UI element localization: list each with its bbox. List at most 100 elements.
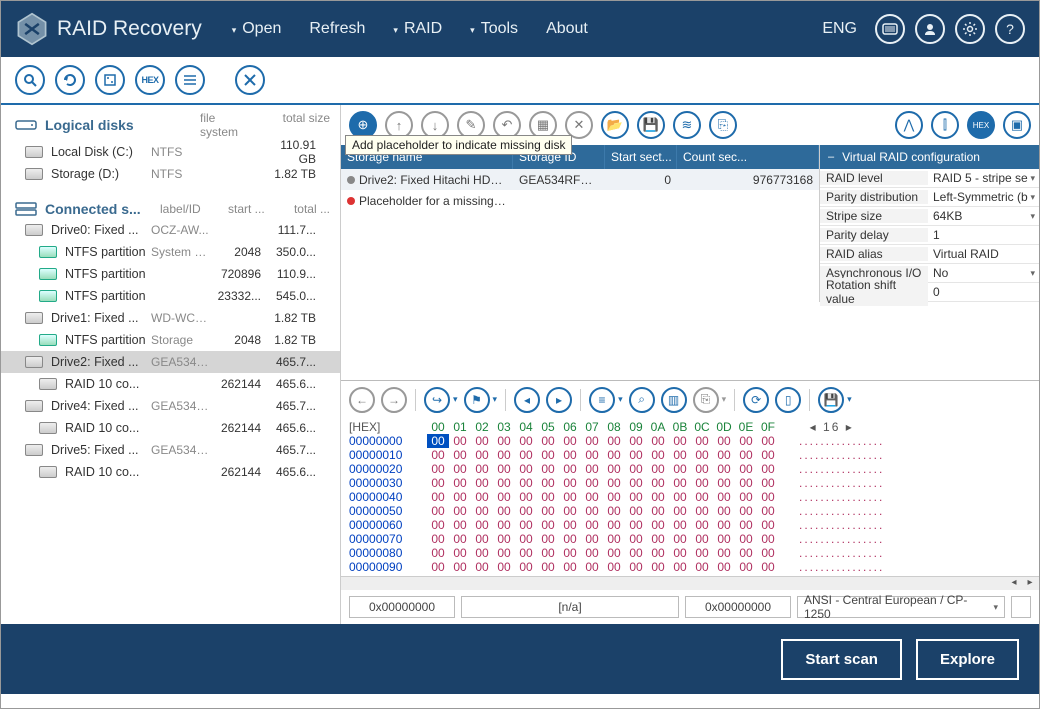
raid-config-row[interactable]: Rotation shift value0 <box>820 283 1039 302</box>
status-na[interactable]: [n/a] <box>461 596 679 618</box>
menu-refresh[interactable]: Refresh <box>309 20 365 38</box>
raid-config-title: Virtual RAID configuration <box>842 150 980 164</box>
hex-viewer: [HEX] 000102030405060708090A0B0C0D0E0F ◂… <box>341 418 1039 576</box>
hex-line[interactable]: 0000009000000000000000000000000000000000… <box>349 560 1031 574</box>
hex-label: [HEX] <box>349 420 427 434</box>
hex-save-icon[interactable]: 💾 <box>818 387 844 413</box>
nav-forward-icon[interactable]: → <box>381 387 407 413</box>
drive-icon <box>25 400 43 412</box>
settings-button[interactable] <box>955 14 985 44</box>
start-scan-button[interactable]: Start scan <box>781 639 902 680</box>
col-count-sector[interactable]: Count sec... <box>677 145 819 169</box>
hex-line[interactable]: 0000005000000000000000000000000000000000… <box>349 504 1031 518</box>
drive-row[interactable]: NTFS partitionStorage20481.82 TB <box>1 329 340 351</box>
options-icon[interactable] <box>95 65 125 95</box>
activity-icon[interactable]: ⋀ <box>895 111 923 139</box>
hex-line[interactable]: 0000003000000000000000000000000000000000… <box>349 476 1031 490</box>
menu-about[interactable]: About <box>546 20 588 38</box>
help-button[interactable]: ? <box>995 14 1025 44</box>
grid-row[interactable]: Drive2: Fixed Hitachi HDP7250... GEA534R… <box>341 169 819 190</box>
save-icon[interactable]: 💾 <box>637 111 665 139</box>
hex-line[interactable]: 0000001000000000000000000000000000000000… <box>349 448 1031 462</box>
tag-forward-icon[interactable]: ▸ <box>546 387 572 413</box>
drive-icon <box>39 246 57 258</box>
hex-layout-icon[interactable]: ▥ <box>661 387 687 413</box>
drive-row[interactable]: NTFS partitionSystem R...2048350.0... <box>1 241 340 263</box>
drive-row[interactable]: Drive1: Fixed ...WD-WCC...1.82 TB <box>1 307 340 329</box>
disk-icon <box>15 118 37 132</box>
main-toolbar: HEX <box>1 57 1039 105</box>
menu-tools[interactable]: ▾Tools <box>470 20 518 38</box>
drive-row[interactable]: Drive0: Fixed ...OCZ-AW...111.7... <box>1 219 340 241</box>
encoding-selector[interactable]: ANSI - Central European / CP-1250▾ <box>797 596 1005 618</box>
hex-line[interactable]: 0000008000000000000000000000000000000000… <box>349 546 1031 560</box>
language-selector[interactable]: ENG <box>822 20 857 38</box>
col-start-sector[interactable]: Start sect... <box>605 145 677 169</box>
logical-disk-row[interactable]: Storage (D:)NTFS1.82 TB <box>1 163 340 185</box>
reload-icon[interactable]: ⟳ <box>743 387 769 413</box>
status-extra[interactable] <box>1011 596 1031 618</box>
raid-config-row[interactable]: RAID aliasVirtual RAID <box>820 245 1039 264</box>
raid-config-row[interactable]: Parity distributionLeft-Symmetric (b▾ <box>820 188 1039 207</box>
drive-row[interactable]: NTFS partition23332...545.0... <box>1 285 340 307</box>
drive-icon <box>39 334 57 346</box>
close-icon[interactable] <box>235 65 265 95</box>
drive-row[interactable]: Drive2: Fixed ...GEA534R...465.7... <box>1 351 340 373</box>
layers-icon[interactable]: ≋ <box>673 111 701 139</box>
raid-toolbar: ⊕ ↑ ↓ ✎ ↶ ▦ ✕ 📂 💾 ≋ ⎘ ⋀ ⫿ HEX ▣ Add plac… <box>341 105 1039 145</box>
tag-back-icon[interactable]: ◂ <box>514 387 540 413</box>
drive-row[interactable]: RAID 10 co...262144465.6... <box>1 417 340 439</box>
drive-icon <box>25 312 43 324</box>
status-pos1[interactable]: 0x00000000 <box>349 596 455 618</box>
logical-disk-row[interactable]: Local Disk (C:)NTFS110.91 GB <box>1 141 340 163</box>
nav-back-icon[interactable]: ← <box>349 387 375 413</box>
bookmark-icon[interactable]: ⚑ <box>464 387 490 413</box>
hex-search-icon[interactable]: ⌕ <box>629 387 655 413</box>
open-icon[interactable]: 📂 <box>601 111 629 139</box>
explore-button[interactable]: Explore <box>916 639 1019 680</box>
hex-scrollbar[interactable]: ◂▸ <box>341 576 1039 590</box>
user-button[interactable] <box>915 14 945 44</box>
app-title: RAID Recovery <box>57 17 202 41</box>
panel-icon[interactable]: ▣ <box>1003 111 1031 139</box>
connected-storages-header: Connected s... label/IDstart ...total ..… <box>1 195 340 219</box>
hex-view-icon[interactable]: HEX <box>967 111 995 139</box>
raid-config-row[interactable]: RAID levelRAID 5 - stripe se▾ <box>820 169 1039 188</box>
list-icon[interactable] <box>175 65 205 95</box>
hex-line[interactable]: 0000000000000000000000000000000000000000… <box>349 434 1031 448</box>
left-panel: Logical disks file systemtotal size Loca… <box>1 105 341 624</box>
copy-icon[interactable]: ⎘ <box>693 387 719 413</box>
topbar: RAID Recovery ▾Open Refresh ▾RAID ▾Tools… <box>1 1 1039 57</box>
drive-row[interactable]: Drive5: Fixed ...GEA534R...465.7... <box>1 439 340 461</box>
disk-icon <box>25 146 43 158</box>
jump-icon[interactable]: ↪ <box>424 387 450 413</box>
menu-raid[interactable]: ▾RAID <box>393 20 442 38</box>
drive-row[interactable]: NTFS partition720896110.9... <box>1 263 340 285</box>
hex-list-icon[interactable]: ≡ <box>589 387 615 413</box>
hex-line[interactable]: 0000006000000000000000000000000000000000… <box>349 518 1031 532</box>
grid-row[interactable]: Placeholder for a missing drive <box>341 190 819 211</box>
footer: Start scan Explore <box>1 624 1039 694</box>
drive-icon <box>25 356 43 368</box>
columns-icon[interactable]: ▯ <box>775 387 801 413</box>
hex-line[interactable]: 0000004000000000000000000000000000000000… <box>349 490 1031 504</box>
drive-icon <box>25 444 43 456</box>
raid-config-row[interactable]: Parity delay1 <box>820 226 1039 245</box>
drive-row[interactable]: RAID 10 co...262144465.6... <box>1 373 340 395</box>
status-pos2[interactable]: 0x00000000 <box>685 596 791 618</box>
right-panel: ⊕ ↑ ↓ ✎ ↶ ▦ ✕ 📂 💾 ≋ ⎘ ⋀ ⫿ HEX ▣ Add plac… <box>341 105 1039 624</box>
status-row: 0x00000000 [n/a] 0x00000000 ANSI - Centr… <box>341 590 1039 624</box>
export-icon[interactable]: ⎘ <box>709 111 737 139</box>
minimize-icon[interactable]: – <box>828 151 834 163</box>
sessions-button[interactable] <box>875 14 905 44</box>
hex-line[interactable]: 0000002000000000000000000000000000000000… <box>349 462 1031 476</box>
hex-mode-icon[interactable]: HEX <box>135 65 165 95</box>
menu-open[interactable]: ▾Open <box>232 20 282 38</box>
chart-icon[interactable]: ⫿ <box>931 111 959 139</box>
drive-row[interactable]: Drive4: Fixed ...GEA534R...465.7... <box>1 395 340 417</box>
search-icon[interactable] <box>15 65 45 95</box>
raid-config-row[interactable]: Stripe size64KB▾ <box>820 207 1039 226</box>
hex-line[interactable]: 0000007000000000000000000000000000000000… <box>349 532 1031 546</box>
drive-row[interactable]: RAID 10 co...262144465.6... <box>1 461 340 483</box>
refresh-icon[interactable] <box>55 65 85 95</box>
